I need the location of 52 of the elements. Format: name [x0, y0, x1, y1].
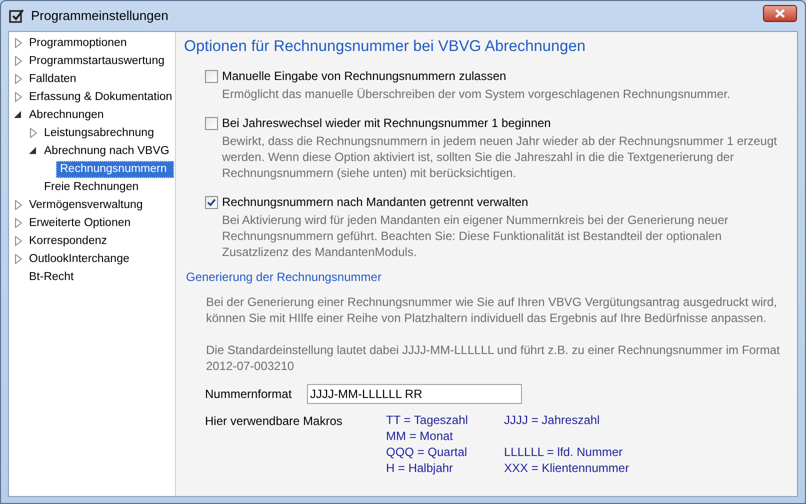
option-label[interactable]: Rechnungsnummern nach Mandanten getrennt verwalten — [222, 193, 528, 212]
tree-item[interactable]: Abrechnungen — [26, 108, 107, 122]
macros-label: Hier verwendbare Makros — [205, 413, 344, 430]
tree-item[interactable]: Programmoptionen — [26, 36, 130, 50]
close-button[interactable] — [763, 4, 797, 22]
collapsed-triangle-icon[interactable] — [14, 218, 22, 228]
macro-entry: QQQ = Quartal — [386, 444, 468, 460]
collapsed-triangle-icon[interactable] — [14, 254, 22, 264]
window-title: Programmeinstellungen — [31, 7, 168, 26]
tree-item[interactable]: Abrechnung nach VBVG — [41, 144, 172, 158]
close-icon — [775, 8, 785, 18]
tree-item[interactable]: Erfassung & Dokumentation — [26, 90, 176, 104]
format-input-field[interactable]: JJJJ-MM-LLLLLL RR — [307, 384, 522, 404]
checklist-icon — [9, 9, 25, 23]
checkbox[interactable] — [205, 196, 218, 209]
format-label: Nummernformat — [205, 386, 293, 404]
info-paragraph: Die Standardeinstellung lautet dabei JJJJ-MM-LLLLLL und führt z.B. zu einer Rechnungsnummer im Format 2012-07-003210 — [206, 342, 781, 374]
macro-entry: H = Halbjahr — [386, 460, 454, 476]
option-description: Bewirkt, dass die Rechnungsnummern in jedem neuen Jahr wieder ab der Rechnungsnummer 1 erzeugt werden. Wenn diese Option aktiviert ist, sollten Sie die Jahreszahl in die die Textgenerierung der Rechnungsnummern (siehe unten) mit berücksichtigen. — [221, 133, 778, 182]
tree-item[interactable]: Vermögensverwaltung — [26, 198, 146, 212]
tree-item[interactable]: Bt-Recht — [26, 270, 77, 284]
expanded-triangle-icon[interactable] — [29, 147, 37, 155]
collapsed-triangle-icon[interactable] — [14, 74, 22, 84]
collapsed-triangle-icon[interactable] — [14, 92, 22, 102]
macro-entry: MM = Monat — [386, 428, 454, 444]
tree-item[interactable]: Falldaten — [26, 72, 80, 86]
tree-item[interactable]: OutlookInterchange — [26, 252, 132, 266]
option-description: Bei Aktivierung wird für jeden Mandanten ein eigener Nummernkreis bei der Generierung neuer Rechnungsnummern geführt. Beachten Sie: Diese Funktionalität ist Bestandteil der optionalen Zusatzlizenz des MandantenModuls. — [221, 212, 730, 260]
tree-item[interactable]: Freie Rechnungen — [41, 180, 142, 194]
tree-item[interactable]: Programmstartauswertung — [26, 54, 168, 68]
section-heading: Generierung der Rechnungsnummer — [186, 269, 382, 286]
collapsed-triangle-icon[interactable] — [30, 128, 36, 138]
collapsed-triangle-icon[interactable] — [14, 236, 22, 246]
tree-item[interactable]: Rechnungsnummern — [56, 160, 174, 178]
tree-item[interactable]: Korrespondenz — [26, 234, 110, 248]
tree-item[interactable]: Leistungsabrechnung — [41, 126, 157, 140]
tree-item[interactable]: Erweiterte Optionen — [26, 216, 134, 230]
macro-entry: LLLLLL = lfd. Nummer — [504, 444, 624, 460]
checkbox[interactable] — [205, 116, 218, 130]
macro-entry: JJJJ = Jahreszahl — [504, 412, 601, 428]
collapsed-triangle-icon[interactable] — [14, 56, 22, 66]
expanded-triangle-icon[interactable] — [14, 111, 22, 119]
option-label[interactable]: Bei Jahreswechsel wieder mit Rechnungsnummer 1 beginnen — [222, 114, 551, 132]
collapsed-triangle-icon[interactable] — [14, 200, 22, 210]
checkbox[interactable] — [205, 70, 218, 83]
option-label[interactable]: Manuelle Eingabe von Rechnungsnummern zulassen — [222, 67, 506, 86]
info-paragraph: Bei der Generierung einer Rechnungsnummer wie Sie auf Ihren VBVG Vergütungsantrag ausgedruckt wird, können Sie mit HIlfe einer Reihe von Platzhaltern individuell das Ergebnis auf Ihre Bedürfnisse anpassen. — [206, 294, 778, 326]
collapsed-triangle-icon[interactable] — [14, 38, 22, 48]
option-description: Ermöglicht das manuelle Überschreiben der vom System vorgeschlagenen Rechnungsnummer. — [221, 86, 732, 102]
macro-entry: TT = Tageszahl — [386, 412, 469, 428]
page-heading: Optionen für Rechnungsnummer bei VBVG Abrechnungen — [184, 37, 587, 57]
macro-entry: XXX = Klientennummer — [504, 460, 630, 476]
